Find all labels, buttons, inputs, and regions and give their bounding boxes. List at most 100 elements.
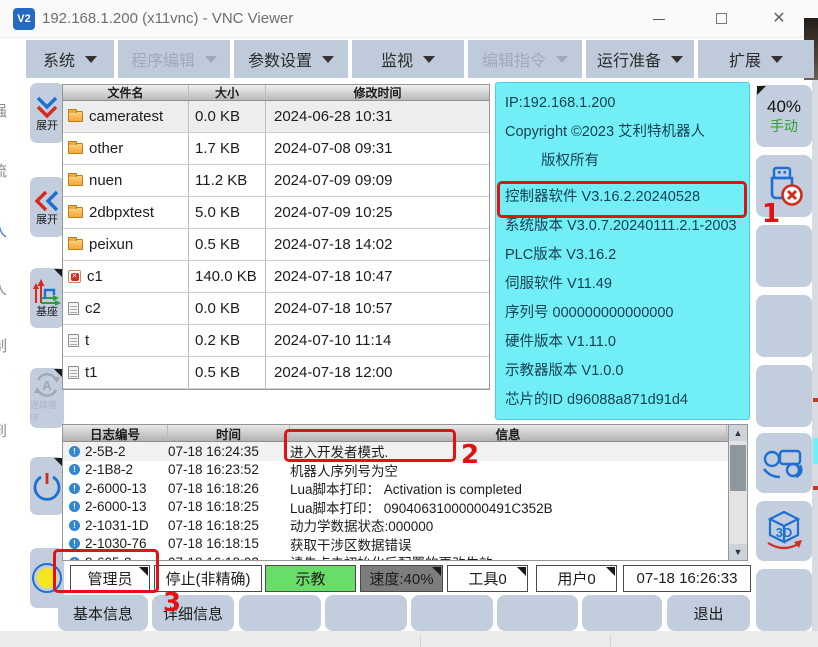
side-empty-button[interactable]: [756, 365, 812, 427]
tab-empty[interactable]: [497, 595, 578, 631]
system-version: 系统版本 V3.0.7.20240111.2.1-2003: [505, 212, 749, 241]
base-frame-button[interactable]: 基座: [30, 268, 64, 328]
file-row[interactable]: peixun 0.5 KB 2024-07-18 14:02: [63, 229, 489, 261]
power-button[interactable]: [30, 457, 64, 515]
svg-text:3D: 3D: [776, 525, 793, 540]
sliver-fragment: [813, 438, 818, 464]
file-row[interactable]: cameratest 0.0 KB 2024-06-28 10:31: [63, 101, 489, 133]
teach-mode-indicator[interactable]: 示教: [265, 565, 356, 592]
speed-mode-button[interactable]: 40% 手动: [756, 85, 812, 147]
chevron-down-icon: [423, 56, 435, 63]
file-row[interactable]: c2 0.0 KB 2024-07-18 10:57: [63, 293, 489, 325]
edge-text-fragment: 制: [0, 335, 12, 356]
maximize-button[interactable]: [710, 9, 732, 29]
scroll-up-icon[interactable]: ▲: [729, 425, 747, 441]
title-bar: V2 192.168.1.200 (x11vnc) - VNC Viewer ✕: [0, 0, 818, 38]
controller-software-version: 控制器软件 V3.16.2.20240528: [505, 183, 749, 212]
file-row[interactable]: c1 140.0 KB 2024-07-18 10:47: [63, 261, 489, 293]
edge-text-fragment: 人: [0, 278, 12, 299]
tool-selector[interactable]: 工具0: [447, 565, 528, 592]
tab-basic-info[interactable]: 基本信息: [58, 595, 148, 631]
log-row[interactable]: !2-1030-76 07-18 16:18:15 获取干涉区数据错误: [63, 535, 747, 554]
folder-icon: [68, 143, 83, 154]
yellow-status-icon: [30, 561, 64, 595]
copyright-line2: 版权所有: [505, 147, 749, 176]
edge-text-fragment: 强: [0, 100, 12, 121]
log-row[interactable]: !2-1B8-2 07-18 16:23:52 机器人序列号为空: [63, 461, 747, 480]
minimize-button[interactable]: [648, 9, 670, 29]
menu-run-prepare[interactable]: 运行准备: [586, 40, 694, 78]
drag-teach-button[interactable]: [756, 433, 812, 493]
pendant-version: 示教器版本 V1.0.0: [505, 357, 749, 386]
hardware-version: 硬件版本 V1.11.0: [505, 328, 749, 357]
usb-status-button[interactable]: [756, 155, 812, 217]
scroll-thumb[interactable]: [730, 445, 746, 491]
tab-empty[interactable]: [411, 595, 493, 631]
file-row[interactable]: t 0.2 KB 2024-07-10 11:14: [63, 325, 489, 357]
view-3d-button[interactable]: 3D: [756, 501, 812, 561]
window-title: 192.168.1.200 (x11vnc) - VNC Viewer: [42, 10, 293, 27]
desktop-line: [610, 635, 611, 647]
expand-left-button[interactable]: 展开: [30, 177, 64, 237]
expand-down-button[interactable]: 展开: [30, 83, 64, 143]
double-chevron-left-icon: [33, 188, 61, 214]
log-scrollbar[interactable]: ▲ ▼: [728, 424, 748, 561]
log-row[interactable]: !2-6000-13 07-18 16:18:25 Lua脚本打印： 09040…: [63, 498, 747, 517]
log-row[interactable]: !2-605-2 07-18 16:18:03 请先点击初始化后配置的更改生效: [63, 553, 747, 560]
log-row[interactable]: !2-1031-1D 07-18 16:18:25 动力学数据状态:000000: [63, 516, 747, 535]
document-icon: [68, 334, 79, 347]
file-row[interactable]: 2dbpxtest 5.0 KB 2024-07-09 10:25: [63, 197, 489, 229]
tab-empty[interactable]: [582, 595, 662, 631]
power-icon: [32, 471, 62, 501]
folder-icon: [68, 207, 83, 218]
tab-empty[interactable]: [239, 595, 321, 631]
tab-detail-info[interactable]: 详细信息: [152, 595, 234, 631]
menu-extend[interactable]: 扩展: [698, 40, 814, 78]
loop-a-icon: A: [33, 371, 61, 399]
speed-indicator[interactable]: 速度:40%: [360, 565, 443, 592]
desktop-background-strip: [0, 631, 818, 647]
cube-3d-icon: 3D: [760, 509, 808, 553]
document-icon: [68, 302, 79, 315]
chevron-down-icon: [85, 56, 97, 63]
side-empty-button[interactable]: [756, 569, 812, 631]
folder-icon: [68, 239, 83, 250]
file-row[interactable]: other 1.7 KB 2024-07-08 09:31: [63, 133, 489, 165]
exit-button[interactable]: 退出: [667, 595, 750, 631]
menu-program-edit: 程序编辑: [118, 40, 230, 78]
drag-teach-icon: [760, 443, 808, 483]
maximize-icon: [716, 13, 727, 24]
menu-monitor[interactable]: 监视: [352, 40, 464, 78]
minimize-icon: [653, 19, 665, 20]
chevron-down-icon: [205, 56, 217, 63]
log-row[interactable]: !2-5B-2 07-18 16:24:35 进入开发者模式.: [63, 442, 747, 461]
serial-number: 序列号 000000000000000: [505, 299, 749, 328]
tab-empty[interactable]: [325, 595, 407, 631]
chevron-down-icon: [771, 56, 783, 63]
servo-version: 伺服软件 V11.49: [505, 270, 749, 299]
user-frame-selector[interactable]: 用户0: [536, 565, 617, 592]
menu-parameter-settings[interactable]: 参数设置: [234, 40, 348, 78]
file-row[interactable]: nuen 11.2 KB 2024-07-09 09:09: [63, 165, 489, 197]
folder-icon: [68, 111, 83, 122]
scroll-down-icon[interactable]: ▼: [729, 544, 747, 560]
plc-version: PLC版本 V3.16.2: [505, 241, 749, 270]
chip-id: 芯片的ID d96088a871d91d4: [505, 386, 749, 415]
user-role-button[interactable]: 管理员: [70, 565, 150, 592]
close-button[interactable]: ✕: [768, 9, 790, 29]
info-icon: !: [69, 557, 80, 560]
sliver-fragment: [813, 398, 818, 402]
file-row[interactable]: t1 0.5 KB 2024-07-18 12:00: [63, 357, 489, 389]
sliver-fragment: [813, 486, 818, 490]
side-empty-button[interactable]: [756, 295, 812, 357]
desktop-line: [420, 635, 421, 647]
edge-text-fragment: 到: [0, 420, 12, 441]
side-empty-button[interactable]: [756, 225, 812, 287]
ip-address: IP:192.168.1.200: [505, 89, 749, 118]
motion-state[interactable]: 停止(非精确): [154, 565, 262, 592]
info-icon: !: [69, 446, 80, 457]
log-row[interactable]: !2-6000-13 07-18 16:18:26 Lua脚本打印： Activ…: [63, 479, 747, 498]
file-table: 文件名 大小 修改时间 cameratest 0.0 KB 2024-06-28…: [62, 84, 490, 390]
menu-system[interactable]: 系统: [26, 40, 114, 78]
log-table-header: 日志编号 时间 信息: [63, 425, 747, 442]
